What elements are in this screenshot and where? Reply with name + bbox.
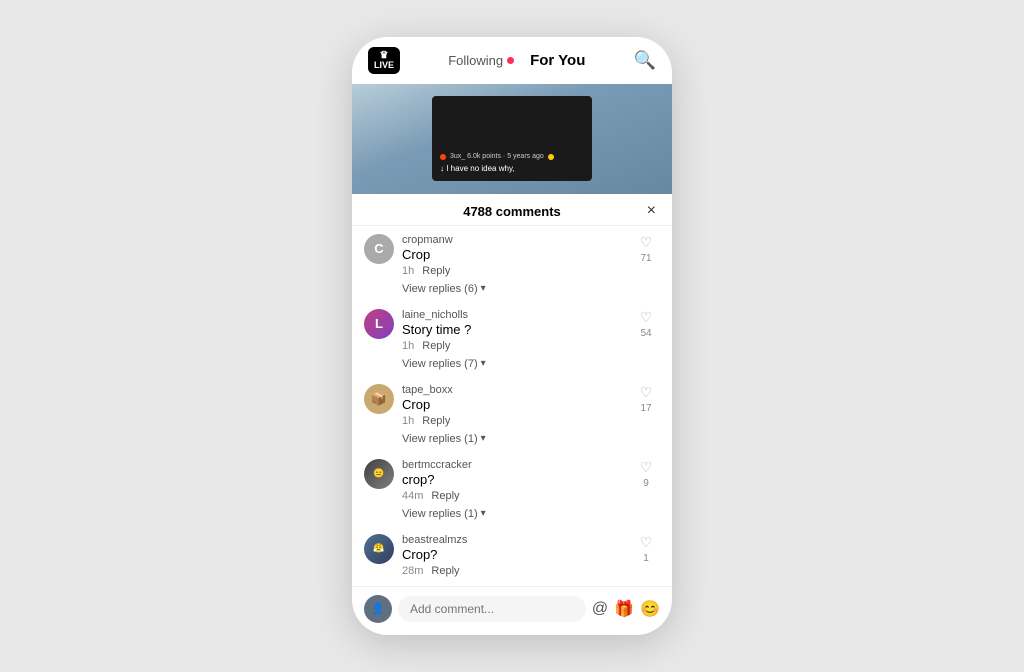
comment-actions: 1h Reply [402, 265, 624, 277]
view-replies-1[interactable]: View replies (7) ▾ [364, 356, 660, 376]
avatar: 😤 [364, 534, 394, 564]
heart-icon[interactable]: ♡ [640, 309, 653, 326]
orange-dot-icon [440, 154, 446, 160]
heart-icon[interactable]: ♡ [640, 384, 653, 401]
avatar: 📦 [364, 384, 394, 414]
emoji-icon[interactable]: 😊 [640, 599, 660, 619]
chevron-down-icon: ▾ [481, 283, 486, 294]
comment-text: Crop? [402, 547, 624, 562]
table-row: 😐 bertmccracker crop? 44m Reply ♡ 9 [364, 451, 660, 506]
like-count: 54 [640, 328, 651, 339]
comment-username: tape_boxx [402, 384, 624, 396]
video-meta-text: 3ux_ 6.0k points · 5 years ago [450, 153, 544, 160]
heart-icon[interactable]: ♡ [640, 459, 653, 476]
heart-icon[interactable]: ♡ [640, 234, 653, 251]
chevron-down-icon: ▾ [481, 358, 486, 369]
video-inner: 3ux_ 6.0k points · 5 years ago ↓ I have … [432, 96, 592, 181]
reply-button[interactable]: Reply [422, 340, 450, 352]
live-label: LIVE [374, 61, 394, 71]
following-dot [507, 57, 514, 64]
comment-actions: 1h Reply [402, 415, 624, 427]
avatar: 😐 [364, 459, 394, 489]
view-replies-2[interactable]: View replies (1) ▾ [364, 431, 660, 451]
comments-header: 4788 comments × [352, 194, 672, 226]
nav-tabs: Following For You [448, 52, 585, 69]
user-avatar: 👤 [364, 595, 392, 623]
video-caption: ↓ I have no idea why, [440, 164, 515, 173]
comments-panel: 4788 comments × C cropmanw Crop 1h Reply… [352, 194, 672, 635]
following-tab[interactable]: Following [448, 53, 514, 68]
comment-text: Crop [402, 397, 624, 412]
input-actions: @ 🎁 😊 [592, 599, 660, 619]
chevron-down-icon: ▾ [481, 433, 486, 444]
comment-time: 28m [402, 565, 423, 577]
video-area: 3ux_ 6.0k points · 5 years ago ↓ I have … [352, 84, 672, 194]
comment-body: laine_nicholls Story time ? 1h Reply [402, 309, 624, 352]
like-count: 17 [640, 403, 651, 414]
comment-text: Story time ? [402, 322, 624, 337]
heart-icon[interactable]: ♡ [640, 534, 653, 551]
like-col: ♡ 17 [632, 384, 660, 414]
comment-time: 1h [402, 340, 414, 352]
like-col: ♡ 71 [632, 234, 660, 264]
comment-body: bertmccracker crop? 44m Reply [402, 459, 624, 502]
comments-title: 4788 comments [463, 204, 561, 219]
search-icon[interactable]: 🔍 [634, 50, 656, 71]
comment-text: crop? [402, 472, 624, 487]
comment-actions: 28m Reply [402, 565, 624, 577]
comment-body: beastrealmzs Crop? 28m Reply [402, 534, 624, 577]
avatar: L [364, 309, 394, 339]
yellow-dot-icon [548, 154, 554, 160]
like-col: ♡ 9 [632, 459, 660, 489]
like-count: 71 [640, 253, 651, 264]
comment-text: Crop [402, 247, 624, 262]
following-label: Following [448, 53, 503, 68]
table-row: 😤 beastrealmzs Crop? 28m Reply ♡ 1 [364, 526, 660, 581]
phone-frame: ♛ LIVE Following For You 🔍 3ux_ 6.0k poi… [352, 37, 672, 635]
mention-icon[interactable]: @ [592, 600, 608, 618]
arrow-icon: ↓ [440, 164, 444, 173]
comment-username: laine_nicholls [402, 309, 624, 321]
comment-actions: 1h Reply [402, 340, 624, 352]
comment-time: 1h [402, 415, 414, 427]
comment-time: 44m [402, 490, 423, 502]
comment-body: cropmanw Crop 1h Reply [402, 234, 624, 277]
like-count: 9 [643, 478, 649, 489]
reply-button[interactable]: Reply [431, 565, 459, 577]
comment-username: cropmanw [402, 234, 624, 246]
comment-input-bar: 👤 @ 🎁 😊 [352, 586, 672, 635]
reply-button[interactable]: Reply [431, 490, 459, 502]
comment-username: beastrealmzs [402, 534, 624, 546]
table-row: C cropmanw Crop 1h Reply ♡ 71 [364, 226, 660, 281]
comment-time: 1h [402, 265, 414, 277]
foryou-tab[interactable]: For You [530, 52, 585, 69]
live-badge: ♛ LIVE [368, 47, 400, 74]
close-button[interactable]: × [647, 202, 656, 220]
like-col: ♡ 54 [632, 309, 660, 339]
gift-icon[interactable]: 🎁 [614, 599, 634, 619]
comment-input[interactable] [398, 596, 586, 622]
table-row: L laine_nicholls Story time ? 1h Reply ♡… [364, 301, 660, 356]
view-replies-3[interactable]: View replies (1) ▾ [364, 506, 660, 526]
top-nav: ♛ LIVE Following For You 🔍 [352, 37, 672, 84]
comment-actions: 44m Reply [402, 490, 624, 502]
comment-username: bertmccracker [402, 459, 624, 471]
like-count: 1 [643, 553, 649, 564]
chevron-down-icon: ▾ [481, 508, 486, 519]
reply-button[interactable]: Reply [422, 415, 450, 427]
reply-button[interactable]: Reply [422, 265, 450, 277]
video-meta: 3ux_ 6.0k points · 5 years ago [440, 153, 554, 160]
like-col: ♡ 1 [632, 534, 660, 564]
table-row: 📦 tape_boxx Crop 1h Reply ♡ 17 [364, 376, 660, 431]
avatar: C [364, 234, 394, 264]
comment-body: tape_boxx Crop 1h Reply [402, 384, 624, 427]
view-replies-0[interactable]: View replies (6) ▾ [364, 281, 660, 301]
comments-list[interactable]: C cropmanw Crop 1h Reply ♡ 71 View repli… [352, 226, 672, 586]
